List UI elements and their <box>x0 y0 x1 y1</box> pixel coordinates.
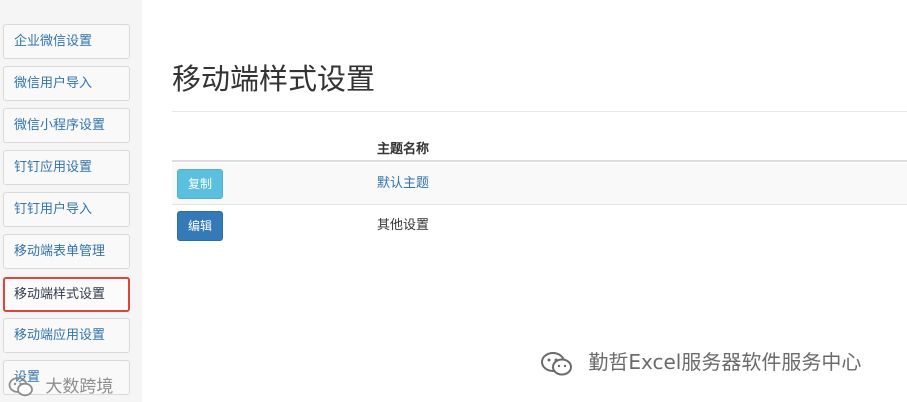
wechat-icon <box>541 351 572 375</box>
page-title: 移动端样式设置 <box>172 62 376 96</box>
theme-name: 其他设置 <box>377 218 430 233</box>
sidebar-item-dingtalk-user-import[interactable]: 钉钉用户导入 <box>3 192 130 227</box>
sidebar-item-mobile-style-settings[interactable]: 移动端样式设置 <box>3 277 130 312</box>
sidebar-item-label: 移动端应用设置 <box>14 328 106 343</box>
header-divider <box>172 160 907 162</box>
sidebar-item-dingtalk-app-settings[interactable]: 钉钉应用设置 <box>3 150 130 185</box>
sidebar-item-miniprogram-settings[interactable]: 微信小程序设置 <box>3 108 130 143</box>
table-row: 编辑 其他设置 <box>172 205 907 246</box>
title-divider <box>172 111 907 112</box>
sidebar-item-label: 移动端表单管理 <box>14 244 106 259</box>
sidebar-item-label: 钉钉应用设置 <box>14 160 93 175</box>
sidebar-item-label: 微信用户导入 <box>14 76 93 91</box>
sidebar: 企业微信设置 微信用户导入 微信小程序设置 钉钉应用设置 钉钉用户导入 移动端表… <box>0 0 142 402</box>
sidebar-item-mobile-form-management[interactable]: 移动端表单管理 <box>3 234 130 269</box>
watermark-secondary-text: 大数跨境 <box>45 377 114 397</box>
table-header: 主题名称 <box>172 132 907 162</box>
sidebar-item-wechat-user-import[interactable]: 微信用户导入 <box>3 66 130 101</box>
edit-button[interactable]: 编辑 <box>177 211 223 241</box>
column-header-theme-name: 主题名称 <box>377 142 430 157</box>
sidebar-item-label: 微信小程序设置 <box>14 118 106 133</box>
sidebar-item-mobile-app-settings[interactable]: 移动端应用设置 <box>3 318 130 353</box>
sidebar-item-label: 企业微信设置 <box>14 34 93 49</box>
wechat-icon <box>8 377 33 397</box>
table-row: 复制 默认主题 <box>172 163 907 205</box>
sidebar-item-label: 移动端样式设置 <box>14 287 106 302</box>
watermark-text: 勤哲Excel服务器软件服务中心 <box>588 350 862 374</box>
watermark: 勤哲Excel服务器软件服务中心 <box>540 346 861 378</box>
theme-name-link[interactable]: 默认主题 <box>377 172 429 191</box>
sidebar-item-label: 钉钉用户导入 <box>14 202 93 217</box>
sidebar-item-wecom-settings[interactable]: 企业微信设置 <box>3 24 130 59</box>
watermark-secondary: 大数跨境 <box>8 372 113 397</box>
copy-button[interactable]: 复制 <box>177 169 223 199</box>
